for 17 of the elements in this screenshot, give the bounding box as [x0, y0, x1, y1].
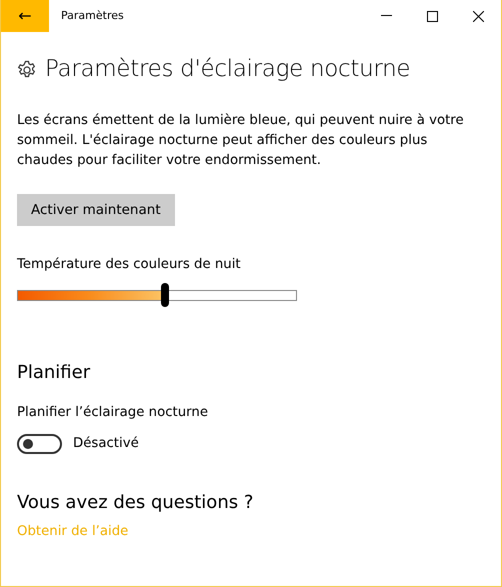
toggle-label: Planifier l’éclairage nocturne — [17, 404, 209, 422]
back-button[interactable]: ← — [1, 0, 49, 32]
schedule-toggle[interactable] — [17, 434, 62, 454]
settings-icon — [17, 60, 37, 80]
maximize-icon — [426, 10, 438, 22]
section-heading: Planifier — [17, 362, 92, 384]
temperature-slider[interactable] — [17, 282, 297, 308]
page-title: Paramètres d'éclairage nocturne — [45, 56, 410, 84]
window-title: Paramètres — [61, 8, 125, 24]
description-text: Les écrans émettent de la lumière bleue, qui peuvent nuire à votre sommeil. L'éclairage nocturne peut afficher des couleurs plus chaudes pour faciliter votre endormissement. — [17, 112, 465, 170]
section-heading: Vous avez des questions ? — [17, 492, 254, 514]
slider-label: Température des couleurs de nuit — [17, 256, 242, 274]
slider-thumb[interactable] — [161, 282, 170, 307]
toggle-state-text: Désactivé — [73, 435, 139, 454]
minimize-icon — [380, 15, 392, 17]
close-icon — [472, 10, 484, 22]
activate-button[interactable]: Activer maintenant — [17, 194, 175, 226]
